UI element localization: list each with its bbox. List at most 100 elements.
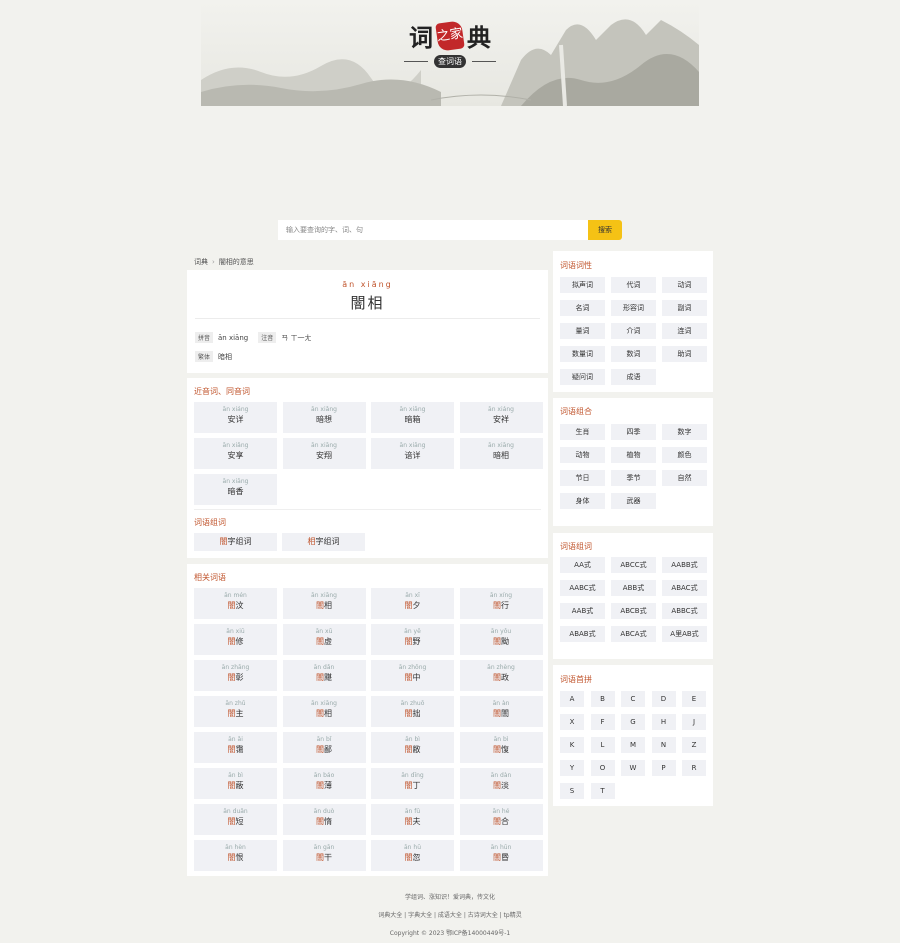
word-tile[interactable]: ān yǒu 闇黝 (459, 624, 543, 655)
initial-letter[interactable]: D (651, 691, 676, 707)
form-chip[interactable]: A里AB式 (662, 626, 707, 642)
combo-chip[interactable]: 自然 (662, 470, 707, 486)
initial-letter[interactable]: G (621, 714, 645, 730)
pos-chip[interactable]: 量词 (560, 323, 605, 339)
word-tile[interactable]: ān xiāng 谙详 (371, 438, 454, 469)
search-button[interactable]: 搜索 (588, 220, 622, 240)
initial-letter[interactable]: Y (560, 760, 584, 776)
form-chip[interactable]: ABCB式 (611, 603, 656, 619)
initial-letter[interactable]: W (621, 760, 645, 776)
word-tile[interactable]: ān bì 闇蔽 (194, 768, 277, 799)
initial-letter[interactable]: E (682, 691, 706, 707)
word-tile[interactable]: ān bì 闇愎 (459, 732, 543, 763)
initial-letter[interactable]: N (651, 737, 676, 753)
initial-letter[interactable]: L (590, 737, 615, 753)
pos-chip[interactable]: 助词 (662, 346, 707, 362)
word-tile[interactable]: ān zhōng 闇中 (371, 660, 454, 691)
word-tile[interactable]: ān àn 闇闇 (459, 696, 543, 727)
word-tile[interactable]: ān duò 闇惰 (282, 804, 366, 835)
pos-chip[interactable]: 名词 (560, 300, 605, 316)
form-chip[interactable]: AA式 (560, 557, 605, 573)
combo-chip[interactable]: 颜色 (662, 447, 707, 463)
form-chip[interactable]: ABAC式 (662, 580, 707, 596)
pos-chip[interactable]: 数量词 (560, 346, 605, 362)
word-tile[interactable]: ān zhāng 闇彰 (194, 660, 277, 691)
pos-chip[interactable]: 代词 (611, 277, 656, 293)
initial-letter[interactable]: P (651, 760, 676, 776)
form-chip[interactable]: AABB式 (662, 557, 707, 573)
pos-chip[interactable]: 成语 (611, 369, 656, 385)
combo-chip[interactable]: 植物 (611, 447, 656, 463)
combo-chip[interactable]: 四季 (611, 424, 656, 440)
word-tile[interactable]: ān xíng 闇行 (459, 588, 543, 619)
word-tile[interactable]: ān zhǔ 闇主 (194, 696, 277, 727)
word-tile[interactable]: ān xiāng 闇相 (282, 696, 366, 727)
combo-chip[interactable]: 生肖 (560, 424, 605, 440)
word-tile[interactable]: ān hū 闇忽 (371, 840, 454, 871)
initial-letter[interactable]: J (682, 714, 706, 730)
word-tile[interactable]: ān xiāng 闇相 (282, 588, 366, 619)
word-tile[interactable]: ān bì 闇敝 (371, 732, 454, 763)
word-tile[interactable]: ān dǎn 闇黮 (282, 660, 366, 691)
word-tile[interactable]: ān duǎn 闇短 (194, 804, 277, 835)
word-tile[interactable]: ān zhuō 闇拙 (371, 696, 454, 727)
initial-letter[interactable]: X (560, 714, 584, 730)
initial-letter[interactable]: T (590, 783, 615, 799)
form-chip[interactable]: ABCC式 (611, 557, 656, 573)
word-tile[interactable]: ān xiāng 安翔 (282, 438, 366, 469)
pos-chip[interactable]: 动词 (662, 277, 707, 293)
site-logo[interactable]: 词 之家 典 查词语 (0, 18, 900, 68)
initial-letter[interactable]: O (590, 760, 615, 776)
initial-letter[interactable]: K (560, 737, 584, 753)
form-chip[interactable]: ABAB式 (560, 626, 605, 642)
word-tile[interactable]: ān dīng 闇丁 (371, 768, 454, 799)
combo-chip[interactable]: 数字 (662, 424, 707, 440)
word-tile[interactable]: ān xiāng 暗香 (194, 474, 277, 505)
pos-chip[interactable]: 连词 (662, 323, 707, 339)
word-tile[interactable]: ān bǐ 闇鄙 (282, 732, 366, 763)
pos-chip[interactable]: 拟声词 (560, 277, 605, 293)
word-tile[interactable]: ān xiáng 安详 (194, 402, 277, 433)
word-tile[interactable]: ān xiáng 安祥 (459, 402, 543, 433)
word-tile[interactable]: ān xiū 闇修 (194, 624, 277, 655)
initial-letter[interactable]: H (651, 714, 676, 730)
word-tile[interactable]: ān hé 闇合 (459, 804, 543, 835)
footer-links[interactable]: 词典大全 | 字典大全 | 成语大全 | 古诗词大全 | tp精灵 (0, 910, 900, 919)
pos-chip[interactable]: 形容词 (611, 300, 656, 316)
word-tile[interactable]: ān xiǎng 安享 (194, 438, 277, 469)
form-chip[interactable]: AABC式 (560, 580, 605, 596)
word-tile[interactable]: ān báo 闇薄 (282, 768, 366, 799)
pos-chip[interactable]: 介词 (611, 323, 656, 339)
word-tile[interactable]: ān dàn 闇淡 (459, 768, 543, 799)
word-tile[interactable]: ān zhèng 闇政 (459, 660, 543, 691)
word-tile[interactable]: ān yě 闇野 (371, 624, 454, 655)
combo-chip[interactable]: 动物 (560, 447, 605, 463)
word-tile[interactable]: ān ǎi 闇霭 (194, 732, 277, 763)
word-tile[interactable]: ān xiǎng 暗想 (282, 402, 366, 433)
combo-chip[interactable]: 武器 (611, 493, 656, 509)
pos-chip[interactable]: 数词 (611, 346, 656, 362)
initial-letter[interactable]: F (590, 714, 615, 730)
combo-chip[interactable]: 季节 (611, 470, 656, 486)
pos-chip[interactable]: 副词 (662, 300, 707, 316)
initial-letter[interactable]: A (560, 691, 584, 707)
form-chip[interactable]: ABCA式 (611, 626, 656, 642)
group-word-link[interactable]: 相字组词 (282, 533, 365, 551)
form-chip[interactable]: AAB式 (560, 603, 605, 619)
word-tile[interactable]: ān xī 闇夕 (371, 588, 454, 619)
search-input[interactable] (278, 220, 588, 240)
word-tile[interactable]: ān mén 闇汶 (194, 588, 277, 619)
initial-letter[interactable]: R (682, 760, 706, 776)
form-chip[interactable]: ABB式 (611, 580, 656, 596)
word-tile[interactable]: ān hūn 闇昬 (459, 840, 543, 871)
initial-letter[interactable]: M (621, 737, 645, 753)
word-tile[interactable]: ān xiāng 暗相 (459, 438, 543, 469)
combo-chip[interactable]: 节日 (560, 470, 605, 486)
word-tile[interactable]: ān fū 闇夫 (371, 804, 454, 835)
initial-letter[interactable]: C (621, 691, 645, 707)
combo-chip[interactable]: 身体 (560, 493, 605, 509)
group-word-link[interactable]: 闇字组词 (194, 533, 277, 551)
breadcrumb-home[interactable]: 词典 (194, 258, 208, 266)
pos-chip[interactable]: 疑问词 (560, 369, 605, 385)
word-tile[interactable]: ān xiāng 暗箱 (371, 402, 454, 433)
